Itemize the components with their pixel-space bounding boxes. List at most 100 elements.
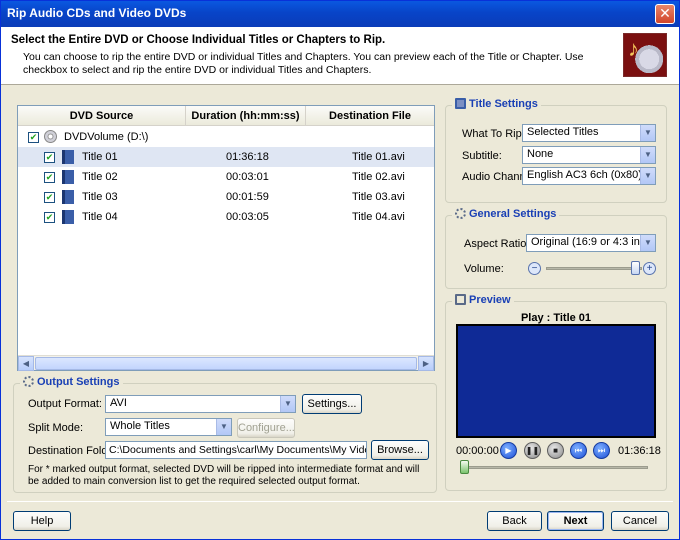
chevron-down-icon: ▼ <box>640 147 655 163</box>
column-header-destination[interactable]: Destination File <box>306 106 434 126</box>
pause-button[interactable]: ❚❚ <box>524 442 541 459</box>
title-destination-file: Title 02.avi <box>352 171 405 183</box>
time-total: 01:36:18 <box>618 445 661 457</box>
title-duration: 00:03:05 <box>226 211 269 223</box>
title-row[interactable]: ✔ Title 04 00:03:05 Title 04.avi <box>18 207 434 227</box>
title-name: Title 03 <box>82 191 118 203</box>
gear-icon <box>23 376 34 387</box>
help-button[interactable]: Help <box>13 511 71 531</box>
volume-label: Volume: <box>464 263 504 275</box>
scroll-right-button[interactable]: ▶ <box>418 356 434 371</box>
title-name: Title 01 <box>82 151 118 163</box>
music-disc-icon: ♪ <box>623 33 667 77</box>
column-header-duration[interactable]: Duration (hh:mm:ss) <box>186 106 306 126</box>
title-settings-group: Title Settings What To Rip: Selected Tit… <box>445 98 667 203</box>
close-button[interactable]: ✕ <box>655 4 675 24</box>
next-chapter-button[interactable]: ⏭ <box>593 442 610 459</box>
dialog-window: Rip Audio CDs and Video DVDs ✕ Select th… <box>0 0 680 540</box>
output-format-note: For * marked output format, selected DVD… <box>28 464 420 487</box>
dvd-disc-icon <box>44 130 57 143</box>
title-destination-file: Title 04.avi <box>352 211 405 223</box>
what-to-rip-select[interactable]: Selected Titles ▼ <box>522 124 656 142</box>
title-name: Title 04 <box>82 211 118 223</box>
title-checkbox[interactable]: ✔ <box>44 152 55 163</box>
seek-slider[interactable] <box>464 466 648 469</box>
chevron-down-icon: ▼ <box>640 235 655 251</box>
title-duration: 01:36:18 <box>226 151 269 163</box>
column-header-source[interactable]: DVD Source <box>18 106 186 126</box>
output-settings-group: Output Settings Output Format: AVI ▼ Sett… <box>13 376 437 493</box>
title-destination-file: Title 01.avi <box>352 151 405 163</box>
split-mode-select[interactable]: Whole Titles ▼ <box>105 418 232 436</box>
title-checkbox[interactable]: ✔ <box>44 192 55 203</box>
split-mode-label: Split Mode: <box>28 422 84 434</box>
list-header: DVD Source Duration (hh:mm:ss) Destinati… <box>18 106 434 126</box>
video-preview <box>456 324 656 438</box>
title-destination-file: Title 03.avi <box>352 191 405 203</box>
time-elapsed: 00:00:00 <box>456 445 499 457</box>
title-bar: Rip Audio CDs and Video DVDs ✕ <box>1 1 679 27</box>
film-icon <box>62 150 74 164</box>
next-button[interactable]: Next <box>547 511 604 531</box>
horizontal-scrollbar[interactable]: ◀ ▶ <box>18 355 434 371</box>
output-format-select[interactable]: AVI ▼ <box>105 395 296 413</box>
settings-button[interactable]: Settings... <box>302 394 362 414</box>
window-title: Rip Audio CDs and Video DVDs <box>7 6 187 20</box>
configure-button[interactable]: Configure... <box>237 418 295 438</box>
general-settings-title: General Settings <box>452 208 560 220</box>
film-icon <box>62 210 74 224</box>
what-to-rip-label: What To Rip: <box>462 128 525 140</box>
back-button[interactable]: Back <box>487 511 542 531</box>
film-icon <box>62 190 74 204</box>
gear-icon <box>455 208 466 219</box>
scroll-left-button[interactable]: ◀ <box>18 356 34 371</box>
browse-button[interactable]: Browse... <box>371 440 429 460</box>
film-icon <box>62 170 74 184</box>
title-row[interactable]: ✔ Title 01 01:36:18 Title 01.avi <box>18 147 434 167</box>
subtitle-label: Subtitle: <box>462 150 502 162</box>
dvd-volume-checkbox[interactable]: ✔ <box>28 132 39 143</box>
volume-slider-thumb[interactable] <box>631 261 641 275</box>
film-settings-icon <box>455 98 466 109</box>
title-row[interactable]: ✔ Title 03 00:01:59 Title 03.avi <box>18 187 434 207</box>
title-settings-title: Title Settings <box>452 98 541 110</box>
dvd-volume-row[interactable]: ✔ DVDVolume (D:\) <box>18 127 434 147</box>
title-checkbox[interactable]: ✔ <box>44 172 55 183</box>
wizard-header: Select the Entire DVD or Choose Individu… <box>1 27 679 85</box>
header-title: Select the Entire DVD or Choose Individu… <box>11 34 386 46</box>
title-name: Title 02 <box>82 171 118 183</box>
output-format-label: Output Format: <box>28 398 102 410</box>
destination-folder-input[interactable]: C:\Documents and Settings\carl\My Docume… <box>105 441 367 459</box>
scroll-thumb[interactable] <box>35 357 417 370</box>
chevron-down-icon: ▼ <box>216 419 231 435</box>
aspect-ratio-label: Aspect Ratio: <box>464 238 530 250</box>
volume-increase-button[interactable]: + <box>643 262 656 275</box>
dvd-volume-label: DVDVolume (D:\) <box>64 131 149 143</box>
subtitle-select[interactable]: None ▼ <box>522 146 656 164</box>
footer-separator <box>7 501 673 502</box>
dvd-source-list[interactable]: DVD Source Duration (hh:mm:ss) Destinati… <box>17 105 435 371</box>
title-duration: 00:03:01 <box>226 171 269 183</box>
previous-button[interactable]: ⏮ <box>570 442 587 459</box>
chevron-down-icon: ▼ <box>280 396 295 412</box>
title-row[interactable]: ✔ Title 02 00:03:01 Title 02.avi <box>18 167 434 187</box>
film-clip-icon <box>455 294 466 305</box>
output-settings-title: Output Settings <box>20 376 123 388</box>
seek-slider-thumb[interactable] <box>460 460 469 474</box>
preview-title: Preview <box>452 294 514 306</box>
cancel-button[interactable]: Cancel <box>611 511 669 531</box>
stop-button[interactable]: ■ <box>547 442 564 459</box>
audio-channel-select[interactable]: English AC3 6ch (0x80) ▼ <box>522 167 656 185</box>
chevron-down-icon: ▼ <box>640 168 655 184</box>
header-description: You can choose to rip the entire DVD or … <box>23 51 584 76</box>
now-playing-label: Play : Title 01 <box>520 312 592 324</box>
general-settings-group: General Settings Aspect Ratio: Original … <box>445 208 667 289</box>
volume-slider[interactable] <box>546 267 642 270</box>
aspect-ratio-select[interactable]: Original (16:9 or 4:3 input) ▼ <box>526 234 656 252</box>
preview-group: Preview Play : Title 01 00:00:00 ▶ ❚❚ ■ … <box>445 294 667 491</box>
title-checkbox[interactable]: ✔ <box>44 212 55 223</box>
play-button[interactable]: ▶ <box>500 442 517 459</box>
title-duration: 00:01:59 <box>226 191 269 203</box>
chevron-down-icon: ▼ <box>640 125 655 141</box>
volume-decrease-button[interactable]: − <box>528 262 541 275</box>
